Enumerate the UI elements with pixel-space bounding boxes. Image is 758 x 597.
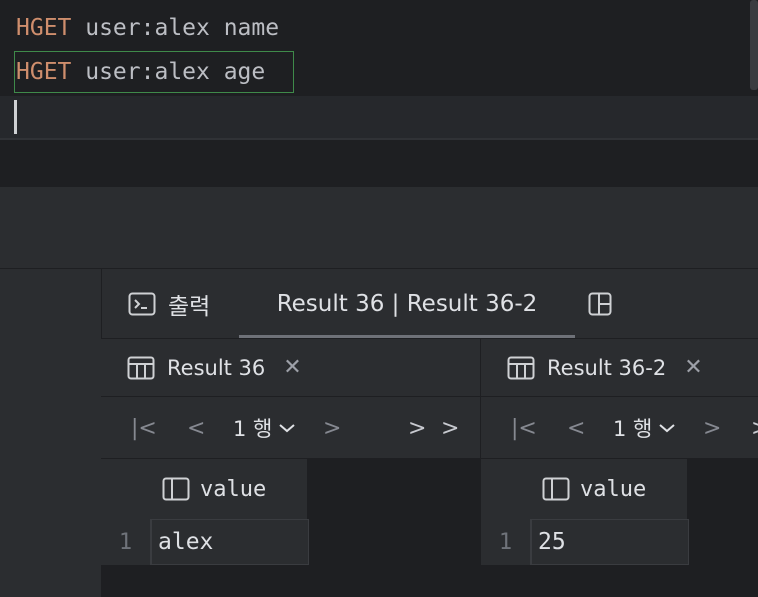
first-page-icon[interactable]: |< — [511, 397, 537, 459]
code-arguments: user:alex name — [71, 15, 280, 41]
tab-results-label: Result 36 | Result 36-2 — [276, 291, 538, 317]
next-page-icon[interactable]: > — [751, 397, 758, 459]
first-page-icon[interactable]: |< — [131, 397, 157, 459]
row-count-label: 1 행 — [613, 417, 653, 441]
table-icon — [127, 356, 155, 380]
row-count-label: 1 행 — [233, 417, 273, 441]
result-pane-title: Result 36-2 — [547, 355, 667, 380]
table-cell[interactable]: 25 — [531, 519, 689, 565]
code-line-1[interactable]: HGET user:alex name — [16, 8, 279, 48]
column-header-label: value — [580, 476, 647, 502]
query-editor[interactable]: HGET user:alex name HGET user:alex age — [0, 0, 758, 140]
result-pane-title: Result 36 — [167, 355, 266, 380]
text-caret — [14, 100, 17, 134]
previous-page-icon[interactable]: < — [187, 397, 205, 459]
split-layout-icon[interactable] — [588, 292, 612, 320]
code-line-2[interactable]: HGET user:alex age — [16, 52, 265, 92]
column-header[interactable]: value — [531, 459, 688, 519]
grid-corner — [481, 459, 532, 519]
column-icon — [162, 477, 190, 501]
row-number[interactable]: 1 — [101, 519, 151, 565]
column-header[interactable]: value — [151, 459, 308, 519]
editor-gap — [0, 140, 758, 187]
chevron-down-icon — [278, 422, 296, 434]
close-icon[interactable]: ✕ — [684, 355, 702, 380]
row-count-selector[interactable]: 1 행 — [233, 397, 296, 459]
chevron-down-icon — [658, 422, 676, 434]
code-arguments: user:alex age — [71, 59, 266, 85]
next-page-icon[interactable]: > — [323, 397, 341, 459]
result-grid: value 1 25 — [481, 459, 758, 596]
previous-page-icon[interactable]: < — [567, 397, 585, 459]
pagination-toolbar: |< < 1 행 > > > — [101, 397, 480, 459]
code-keyword: HGET — [16, 59, 72, 85]
services-tab-bar: 출력 Result 36 | Result 36-2 — [101, 268, 758, 339]
services-tree[interactable] — [0, 268, 101, 597]
table-icon — [507, 356, 535, 380]
next-page-icon[interactable]: > — [703, 397, 721, 459]
table-cell[interactable]: alex — [151, 519, 309, 565]
result-pane-1: Result 36 ✕ |< < 1 행 > > > value 1 alex — [101, 339, 481, 596]
current-line-highlight — [0, 96, 758, 138]
row-count-selector[interactable]: 1 행 — [613, 397, 676, 459]
grid-corner — [101, 459, 152, 519]
console-icon — [128, 292, 156, 316]
result-pane-header[interactable]: Result 36 ✕ — [101, 339, 480, 397]
result-grid: value 1 alex — [101, 459, 480, 596]
result-pane-header[interactable]: Result 36-2 ✕ — [481, 339, 758, 397]
vertical-scrollbar[interactable] — [750, 0, 758, 90]
column-icon — [542, 477, 570, 501]
close-icon[interactable]: ✕ — [283, 355, 301, 380]
last-page-icon[interactable]: > — [441, 397, 459, 459]
row-number[interactable]: 1 — [481, 519, 531, 565]
pagination-toolbar: |< < 1 행 > > — [481, 397, 758, 459]
column-header-label: value — [200, 476, 267, 502]
result-pane-2: Result 36-2 ✕ |< < 1 행 > > value 1 25 — [481, 339, 758, 596]
tab-output[interactable]: 출력 — [128, 269, 210, 339]
tab-output-label: 출력 — [168, 294, 211, 320]
tab-results[interactable]: Result 36 | Result 36-2 — [239, 269, 575, 339]
next-page-icon[interactable]: > — [408, 397, 426, 459]
code-keyword: HGET — [16, 15, 72, 41]
